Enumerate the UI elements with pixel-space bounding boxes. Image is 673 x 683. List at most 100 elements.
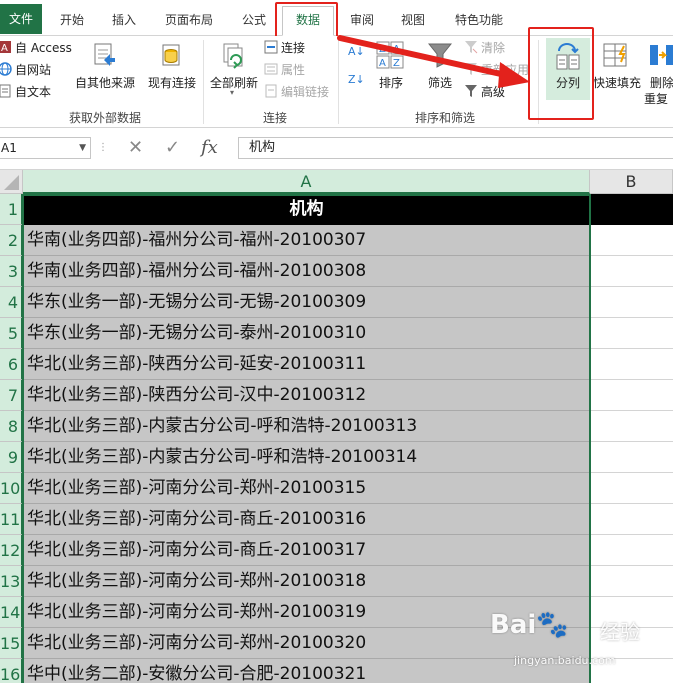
edit-links-button[interactable]: 编辑链接 <box>264 82 329 102</box>
formula-input[interactable]: 机构 <box>238 137 673 159</box>
tab-special-features[interactable]: 特色功能 <box>448 9 510 31</box>
row-header[interactable]: 5 <box>0 318 23 349</box>
cell-a[interactable]: 华北(业务三部)-河南分公司-商丘-20100317 <box>23 535 590 566</box>
filter-button[interactable]: 筛选 <box>420 38 460 92</box>
row-header[interactable]: 12 <box>0 535 23 566</box>
row-header[interactable]: 8 <box>0 411 23 442</box>
advanced-filter-label: 高级 <box>481 85 506 99</box>
row-header[interactable]: 10 <box>0 473 23 504</box>
column-header-a[interactable]: A <box>23 170 590 194</box>
refresh-all-button[interactable]: 全部刷新 ▾ <box>206 38 262 97</box>
clear-filter-icon <box>464 40 478 54</box>
cell-a[interactable]: 华北(业务三部)-河南分公司-郑州-20100315 <box>23 473 590 504</box>
row-header[interactable]: 9 <box>0 442 23 473</box>
cell-b[interactable] <box>590 535 673 566</box>
row-header[interactable]: 13 <box>0 566 23 597</box>
cell-a[interactable]: 华北(业务三部)-河南分公司-郑州-20100319 <box>23 597 590 628</box>
cell-a[interactable]: 华南(业务四部)-福州分公司-福州-20100308 <box>23 256 590 287</box>
cell-b[interactable] <box>590 225 673 256</box>
remove-duplicates-label-2: 重复 <box>644 92 669 106</box>
cell-b[interactable] <box>590 318 673 349</box>
cell-b1[interactable] <box>590 194 673 225</box>
row-header[interactable]: 16 <box>0 659 23 683</box>
cell-b[interactable] <box>590 256 673 287</box>
select-all-corner[interactable] <box>0 170 23 194</box>
from-text-button[interactable]: 自文本 <box>0 82 51 102</box>
group-separator <box>338 40 339 124</box>
row-header[interactable]: 7 <box>0 380 23 411</box>
refresh-dropdown-icon[interactable]: ▾ <box>230 88 234 97</box>
cell-b[interactable] <box>590 411 673 442</box>
tab-review[interactable]: 审阅 <box>342 9 382 31</box>
svg-text:A: A <box>379 58 386 69</box>
from-other-sources-button[interactable]: 自其他来源 <box>72 38 138 92</box>
cell-a[interactable]: 华北(业务三部)-陕西分公司-延安-20100311 <box>23 349 590 380</box>
cell-b[interactable] <box>590 504 673 535</box>
row-header[interactable]: 3 <box>0 256 23 287</box>
cell-a[interactable]: 华北(业务三部)-河南分公司-郑州-20100320 <box>23 628 590 659</box>
tab-home[interactable]: 开始 <box>52 9 92 31</box>
sort-button[interactable]: Z A A Z 排序 <box>372 38 410 92</box>
row-header[interactable]: 11 <box>0 504 23 535</box>
name-box-value: A1 <box>1 141 17 155</box>
cell-b[interactable] <box>590 349 673 380</box>
edit-links-icon <box>264 84 278 98</box>
cell-b[interactable] <box>590 380 673 411</box>
row-header[interactable]: 6 <box>0 349 23 380</box>
cell-a[interactable]: 华东(业务一部)-无锡分公司-无锡-20100309 <box>23 287 590 318</box>
cell-b[interactable] <box>590 442 673 473</box>
group-label-connections: 连接 <box>262 111 287 125</box>
sort-az-button[interactable]: A↓ <box>348 42 365 62</box>
reapply-button[interactable]: 重新应用 <box>464 60 529 80</box>
worksheet-grid: A B 机构 1 2 华南(业务四部)-福州分公司-福州-20100307 3 华南(业… <box>0 170 673 683</box>
row-header[interactable]: 1 <box>0 194 23 225</box>
cell-a[interactable]: 华中(业务二部)-安徽分公司-合肥-20100321 <box>23 659 590 683</box>
column-header-b[interactable]: B <box>590 170 673 194</box>
existing-connections-button[interactable]: 现有连接 <box>144 38 200 92</box>
tab-view[interactable]: 视图 <box>393 9 433 31</box>
insert-function-icon[interactable]: fx <box>201 137 218 159</box>
tab-file[interactable]: 文件 <box>0 4 42 34</box>
name-box-dropdown-icon[interactable]: ▼ <box>79 138 86 158</box>
remove-duplicates-button[interactable]: 删除 重复 <box>644 38 673 108</box>
remove-duplicates-label-1: 删除 <box>650 76 673 90</box>
row-header[interactable]: 2 <box>0 225 23 256</box>
from-other-sources-label: 自其他来源 <box>74 76 135 90</box>
tab-formulas[interactable]: 公式 <box>234 9 274 31</box>
row-header[interactable]: 4 <box>0 287 23 318</box>
advanced-filter-button[interactable]: 高级 <box>464 82 505 102</box>
enter-icon[interactable]: ✓ <box>165 137 180 159</box>
cell-a[interactable]: 华北(业务三部)-河南分公司-商丘-20100316 <box>23 504 590 535</box>
cell-b[interactable] <box>590 628 673 659</box>
sort-za-button[interactable]: Z↓ <box>348 70 365 90</box>
cell-b[interactable] <box>590 597 673 628</box>
from-access-button[interactable]: A 自 Access <box>0 38 72 58</box>
clear-filter-button[interactable]: 清除 <box>464 38 505 58</box>
cell-b[interactable] <box>590 473 673 504</box>
cell-a[interactable]: 华北(业务三部)-内蒙古分公司-呼和浩特-20100314 <box>23 442 590 473</box>
cell-a[interactable]: 华北(业务三部)-陕西分公司-汉中-20100312 <box>23 380 590 411</box>
flash-fill-button[interactable]: 快速填充 <box>592 38 642 92</box>
clear-filter-label: 清除 <box>481 41 506 55</box>
connections-button[interactable]: 连接 <box>264 38 305 58</box>
name-box[interactable]: A1 ▼ <box>0 137 91 159</box>
row-header[interactable]: 14 <box>0 597 23 628</box>
from-web-button[interactable]: 自网站 <box>0 60 51 80</box>
cell-b[interactable] <box>590 659 673 683</box>
connections-icon <box>264 40 278 54</box>
row-header[interactable]: 15 <box>0 628 23 659</box>
cell-a[interactable]: 华北(业务三部)-河南分公司-郑州-20100318 <box>23 566 590 597</box>
svg-text:Z: Z <box>393 58 400 69</box>
cell-a[interactable]: 华东(业务一部)-无锡分公司-泰州-20100310 <box>23 318 590 349</box>
cell-a[interactable]: 华南(业务四部)-福州分公司-福州-20100307 <box>23 225 590 256</box>
tab-page-layout[interactable]: 页面布局 <box>156 9 222 31</box>
cell-b[interactable] <box>590 566 673 597</box>
text-to-columns-highlight <box>528 27 594 120</box>
properties-button[interactable]: 属性 <box>264 60 305 80</box>
cancel-icon[interactable]: ✕ <box>128 137 143 159</box>
cell-b[interactable] <box>590 287 673 318</box>
tab-insert[interactable]: 插入 <box>104 9 144 31</box>
cell-a[interactable]: 华北(业务三部)-内蒙古分公司-呼和浩特-20100313 <box>23 411 590 442</box>
cell-a1[interactable]: 机构 <box>23 194 590 225</box>
refresh-icon <box>223 43 243 69</box>
